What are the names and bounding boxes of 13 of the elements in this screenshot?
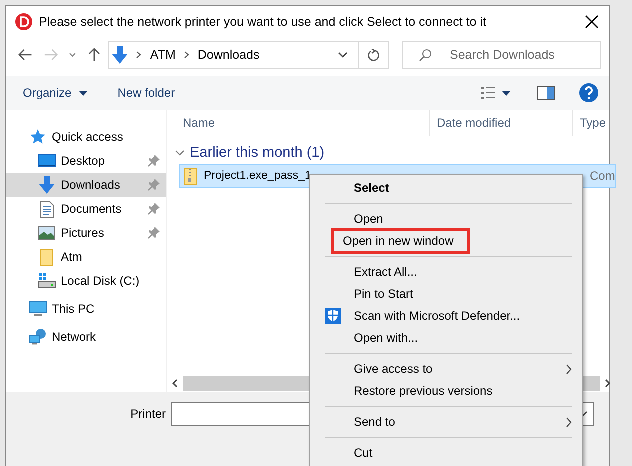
printer-label: Printer: [130, 406, 167, 423]
window-title: Please select the network printer you want to use and click Select to connect to it: [39, 15, 488, 29]
type-cell-text: Com: [589, 169, 616, 183]
sidebar-label: Pictures: [61, 226, 106, 240]
sidebar-label: This PC: [52, 302, 95, 316]
sidebar-label: Documents: [61, 202, 123, 216]
sidebar-label: Quick access: [52, 130, 124, 144]
sidebar-label: Local Disk (C:): [61, 274, 141, 288]
sidebar-label: Network: [52, 330, 96, 344]
sidebar-label: Atm: [61, 250, 84, 264]
sidebar-label: Downloads: [61, 178, 122, 192]
file-name: Project1.exe_pass_1: [204, 170, 312, 182]
sidebar-label: Desktop: [61, 154, 106, 168]
